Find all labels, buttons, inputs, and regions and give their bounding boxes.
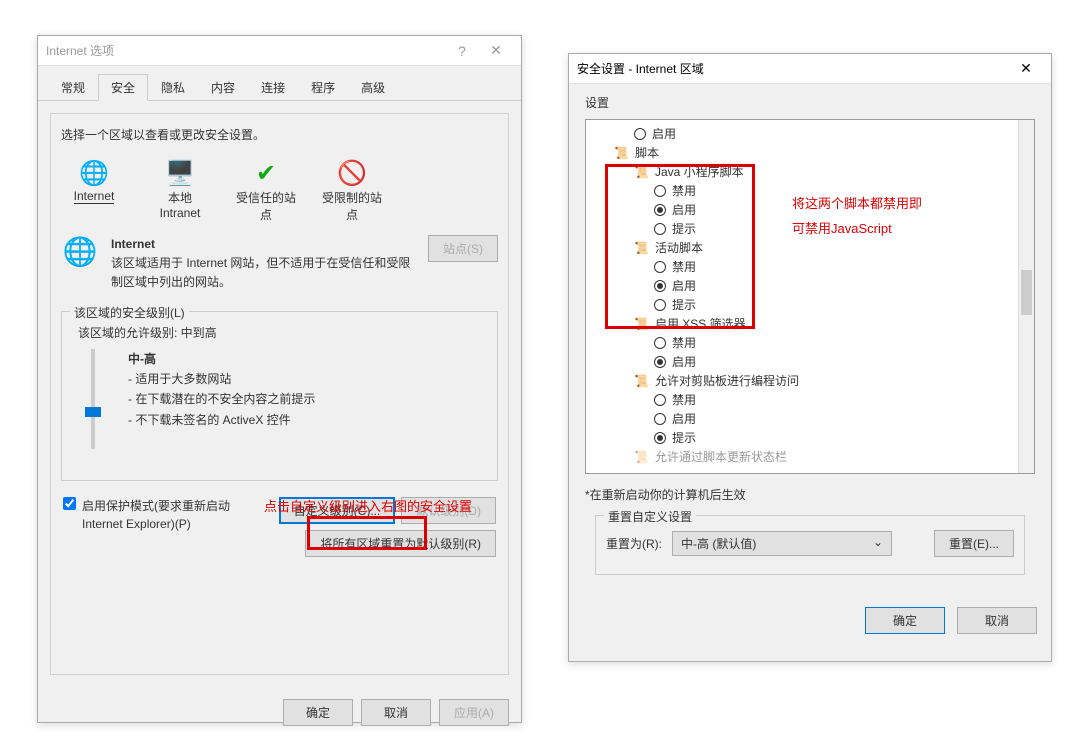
reset-to-select[interactable]: 中-高 (默认值) ⌄: [672, 531, 892, 556]
help-button[interactable]: ?: [445, 43, 479, 59]
cancel-button[interactable]: 取消: [361, 699, 431, 726]
security-level-group: 该区域的安全级别(L) 该区域的允许级别: 中到高 中-高 - 适用于大多数网站…: [61, 311, 498, 481]
annotation-box-scripts: [605, 164, 755, 329]
annotation-custom-level: 点击自定义级别进入右图的安全设置: [264, 496, 472, 515]
reset-custom-group: 重置自定义设置 重置为(R): 中-高 (默认值) ⌄ 重置(E)...: [595, 515, 1025, 575]
close-button[interactable]: ✕: [1009, 60, 1043, 77]
tab-content[interactable]: 内容: [198, 74, 248, 100]
tree-enable-top[interactable]: 启用: [594, 124, 1026, 143]
security-level-legend: 该区域的安全级别(L): [70, 304, 189, 321]
tab-security[interactable]: 安全: [98, 74, 148, 101]
annotation-scripts-line2: 可禁用JavaScript: [792, 218, 892, 237]
deny-icon: 🚫: [336, 157, 368, 189]
tab-general[interactable]: 常规: [48, 74, 98, 100]
script-icon: 📜: [634, 374, 649, 388]
dialog-title: 安全设置 - Internet 区域: [577, 60, 1009, 77]
level-name: 中-高: [128, 349, 481, 369]
dialog-footer: 确定 取消: [569, 593, 1051, 648]
dialog-footer: 确定 取消 应用(A): [38, 687, 521, 738]
check-icon: ✔: [250, 157, 282, 189]
protected-mode-label: 启用保护模式(要求重新启动 Internet Explorer)(P): [82, 497, 262, 533]
globe-icon-large: 🌐: [61, 235, 99, 293]
tree-clipboard-enable[interactable]: 启用: [594, 409, 1026, 428]
globe-icon: 🌐: [78, 157, 110, 189]
tab-connections[interactable]: 连接: [248, 74, 298, 100]
restart-note: *在重新启动你的计算机后生效: [585, 482, 1035, 507]
slider-description: 中-高 - 适用于大多数网站 - 在下载潜在的不安全内容之前提示 - 不下载未签…: [128, 349, 481, 449]
zone-description-text: 该区域适用于 Internet 网站，但不适用于在受信任和受限制区域中列出的网站…: [111, 254, 416, 292]
reset-button[interactable]: 重置(E)...: [934, 530, 1014, 557]
dialog-title: Internet 选项: [46, 42, 445, 59]
close-button[interactable]: ✕: [479, 42, 513, 59]
settings-body: 设置 启用 📜脚本 📜Java 小程序脚本 禁用 启用 提示 📜活动脚本 禁用 …: [569, 84, 1051, 593]
security-tab-pane: 选择一个区域以查看或更改安全设置。 🌐 Internet 🖥️ 本地 Intra…: [50, 113, 509, 675]
zone-internet[interactable]: 🌐 Internet: [61, 157, 127, 223]
chevron-down-icon: ⌄: [873, 535, 883, 552]
protected-mode-checkbox[interactable]: [63, 497, 76, 510]
security-settings-dialog: 安全设置 - Internet 区域 ✕ 设置 启用 📜脚本 📜Java 小程序…: [568, 53, 1052, 662]
tree-xss-disable[interactable]: 禁用: [594, 333, 1026, 352]
reset-custom-legend: 重置自定义设置: [604, 508, 696, 525]
reset-to-label: 重置为(R):: [606, 535, 662, 552]
tab-bar: 常规 安全 隐私 内容 连接 程序 高级: [38, 66, 521, 101]
titlebar: 安全设置 - Internet 区域 ✕: [569, 54, 1051, 84]
settings-scrollbar[interactable]: [1018, 120, 1034, 473]
security-slider[interactable]: [78, 349, 108, 449]
tab-programs[interactable]: 程序: [298, 74, 348, 100]
zone-description: 🌐 Internet 该区域适用于 Internet 网站，但不适用于在受信任和…: [51, 229, 508, 303]
tree-xss-enable[interactable]: 启用: [594, 352, 1026, 371]
internet-options-dialog: Internet 选项 ? ✕ 常规 安全 隐私 内容 连接 程序 高级 选择一…: [37, 35, 522, 723]
lan-icon: 🖥️: [164, 157, 196, 189]
zone-name: Internet: [111, 235, 416, 254]
tab-privacy[interactable]: 隐私: [148, 74, 198, 100]
tree-clipboard-disable[interactable]: 禁用: [594, 390, 1026, 409]
allowed-levels: 该区域的允许级别: 中到高: [72, 322, 487, 343]
ok-button[interactable]: 确定: [283, 699, 353, 726]
tree-clipboard: 📜允许对剪贴板进行编程访问: [594, 371, 1026, 390]
annotation-scripts-line1: 将这两个脚本都禁用即: [792, 193, 922, 212]
slider-area: 中-高 - 适用于大多数网站 - 在下载潜在的不安全内容之前提示 - 不下载未签…: [72, 343, 487, 455]
settings-label: 设置: [585, 94, 1035, 111]
titlebar: Internet 选项 ? ✕: [38, 36, 521, 66]
zone-restricted[interactable]: 🚫 受限制的站点: [319, 157, 385, 223]
tree-truncated: 📜允许通过脚本更新状态栏: [594, 447, 1026, 466]
zone-local-intranet[interactable]: 🖥️ 本地 Intranet: [147, 157, 213, 223]
tree-scripts: 📜脚本: [594, 143, 1026, 162]
script-icon: 📜: [634, 450, 649, 464]
tab-advanced[interactable]: 高级: [348, 74, 398, 100]
zone-trusted[interactable]: ✔ 受信任的站点: [233, 157, 299, 223]
sites-button[interactable]: 站点(S): [428, 235, 498, 262]
cancel-button[interactable]: 取消: [957, 607, 1037, 634]
ok-button[interactable]: 确定: [865, 607, 945, 634]
script-icon: 📜: [614, 146, 629, 160]
apply-button[interactable]: 应用(A): [439, 699, 509, 726]
zone-list: 🌐 Internet 🖥️ 本地 Intranet ✔ 受信任的站点 🚫 受限制…: [51, 143, 508, 229]
tree-clipboard-prompt[interactable]: 提示: [594, 428, 1026, 447]
zone-prompt: 选择一个区域以查看或更改安全设置。: [51, 114, 508, 143]
annotation-box-custom-level: [307, 516, 427, 550]
